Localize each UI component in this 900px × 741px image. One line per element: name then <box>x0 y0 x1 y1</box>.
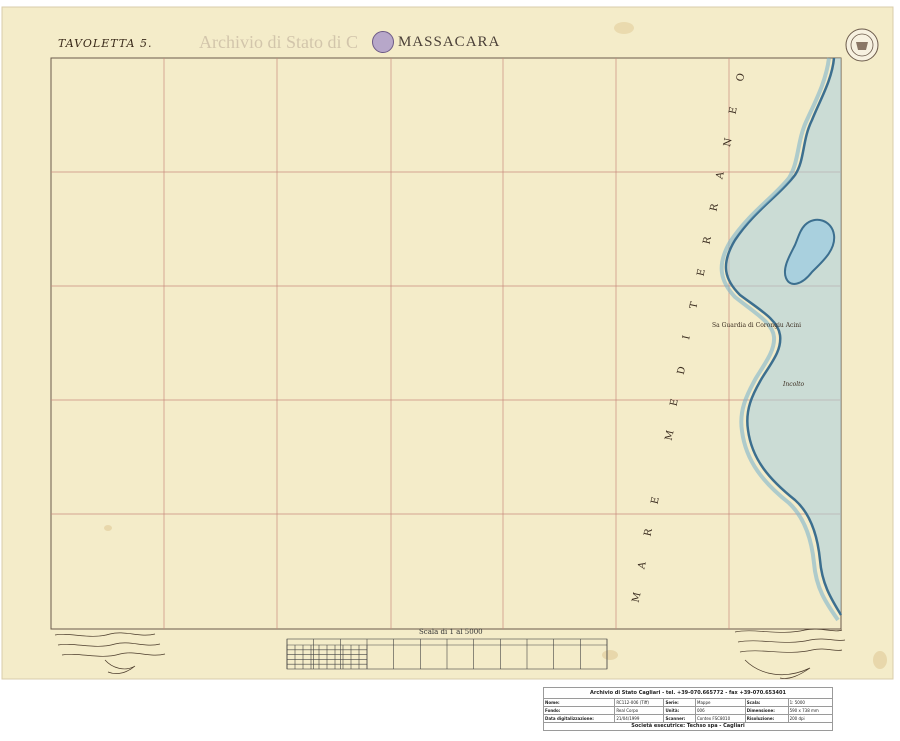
table-cell: Risoluzione: <box>744 714 789 723</box>
sea-label-letter: T <box>688 300 701 310</box>
table-cell: Real Corpo <box>614 706 665 715</box>
place-name: MASSACARA <box>398 34 501 50</box>
table-cell: Scanner: <box>663 714 697 723</box>
table-cell: RC112-006 (Tiff) <box>614 698 665 707</box>
map-sheet: TAVOLETTA 5. Archivio di Stato di C MASS… <box>0 0 900 741</box>
table-cell: 21/04/1999 <box>614 714 665 723</box>
sea-label-letter: E <box>649 495 662 505</box>
table-cell: 200 dpi <box>787 714 834 723</box>
stain <box>873 651 887 669</box>
archive-info-table: Archivio di Stato Cagliari - tel. +39-07… <box>542 687 834 731</box>
table-row: Fondo: Real Corpo Unità: 006 Dimensione:… <box>542 706 834 715</box>
table-cell: 1: 5000 <box>787 698 834 707</box>
archive-header: Archivio di Stato Cagliari - tel. +39-07… <box>543 687 833 699</box>
sea-label-letter: A <box>636 560 649 570</box>
archive-footer: Società esecutrice: Techso spa - Cagliar… <box>543 722 833 731</box>
table-row: Nome: RC112-006 (Tiff) Serie: Mappe Scal… <box>542 698 834 707</box>
table-cell: 006 <box>695 706 746 715</box>
sea-label-letter: R <box>701 235 715 245</box>
scale-title: Scala di 1 al 5000 <box>419 628 483 636</box>
paper-background <box>1 6 894 680</box>
sea-label-letter: M <box>630 591 644 604</box>
table-cell: 590 x 738 mm <box>787 706 834 715</box>
sea-label-letter: D <box>675 364 689 376</box>
table-cell: Nome: <box>542 698 616 707</box>
table-cell: Mappe <box>695 698 746 707</box>
table-cell: Scala: <box>744 698 789 707</box>
archive-watermark: Archivio di Stato di C <box>199 32 358 52</box>
sea-label-letter: M <box>663 428 677 442</box>
table-cell: Dimensione: <box>744 706 789 715</box>
label-guardia: Sa Guardia di Corongiu Acini <box>712 322 802 329</box>
stain <box>614 22 634 34</box>
table-cell: Fondo: <box>542 706 616 715</box>
watermark-seal-icon <box>372 31 394 53</box>
table-row: Data digitalizzazione: 21/04/1999 Scanne… <box>542 714 834 723</box>
table-cell: Serie: <box>663 698 697 707</box>
table-cell: Contex FSC8010 <box>695 714 746 723</box>
stain <box>602 650 618 660</box>
stain <box>104 525 112 531</box>
table-cell: Data digitalizzazione: <box>542 714 616 723</box>
label-incolto: Incolto <box>783 381 805 388</box>
table-cell: Unità: <box>663 706 697 715</box>
sheet-title: TAVOLETTA 5. <box>58 37 153 50</box>
